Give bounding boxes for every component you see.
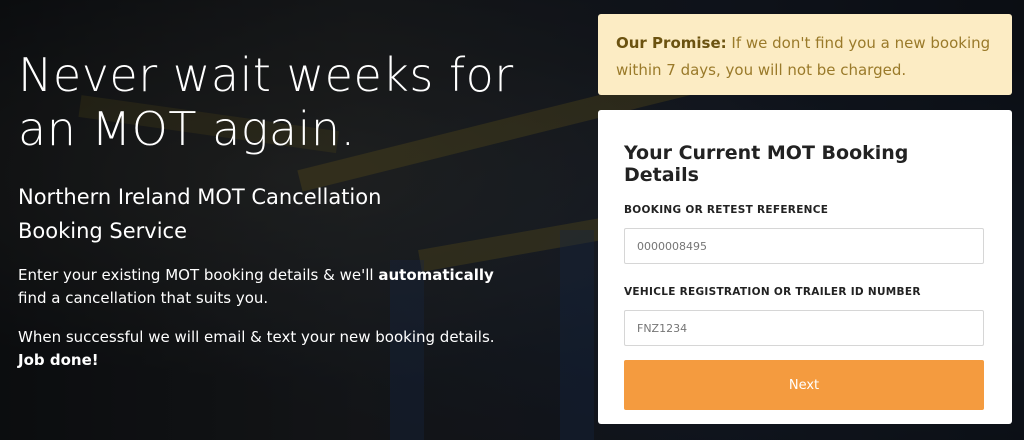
hero-success-text: When successful we will email & text you…: [18, 328, 495, 346]
vehicle-registration-input[interactable]: [624, 310, 984, 346]
booking-reference-input[interactable]: [624, 228, 984, 264]
hero-description-emphasis: automatically: [378, 266, 494, 284]
hero-success-note: When successful we will email & text you…: [18, 326, 518, 372]
hero-headline: Never wait weeks for an MOT again.: [18, 48, 514, 156]
promise-banner: Our Promise: If we don't find you a new …: [598, 14, 1012, 95]
form-title: Your Current MOT Booking Details: [624, 142, 909, 186]
hero-description-text: Enter your existing MOT booking details …: [18, 266, 379, 284]
promise-label: Our Promise:: [616, 34, 727, 52]
next-button[interactable]: Next: [624, 360, 984, 410]
hero-success-emphasis: Job done!: [18, 351, 99, 369]
vehicle-registration-label: VEHICLE REGISTRATION OR TRAILER ID NUMBE…: [624, 286, 921, 298]
booking-details-form: Your Current MOT Booking Details BOOKING…: [598, 110, 1012, 424]
hero-description-text: find a cancellation that suits you.: [18, 289, 269, 307]
hero-text-block: Never wait weeks for an MOT again. North…: [18, 48, 578, 372]
booking-reference-label: BOOKING OR RETEST REFERENCE: [624, 204, 829, 216]
hero-subheadline: Northern Ireland MOT Cancellation Bookin…: [18, 185, 382, 243]
hero-description: Enter your existing MOT booking details …: [18, 264, 518, 310]
